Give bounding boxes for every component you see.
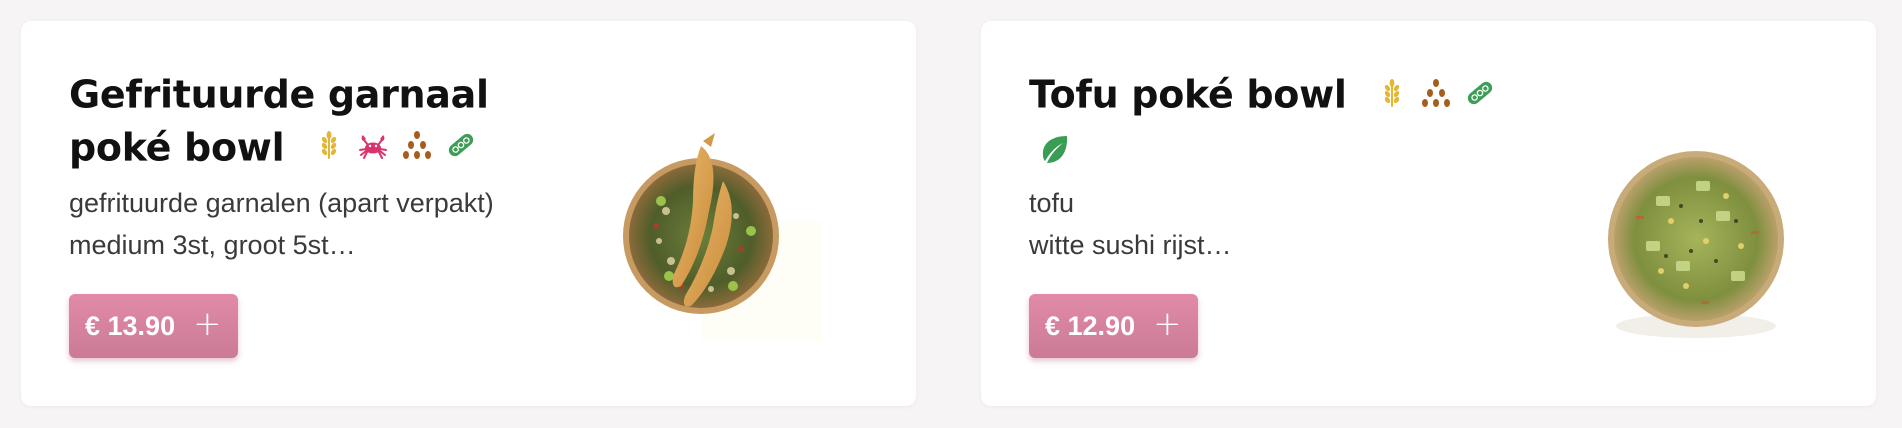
soy-icon [445,129,477,161]
item-title-line-2: poké bowl [69,125,285,169]
description-line-1: tofu [1029,188,1075,218]
allergen-icons [313,129,477,161]
allergen-icons [1376,77,1496,109]
add-to-cart-button[interactable]: € 12.90 + [1029,294,1198,358]
wheat-icon [1376,77,1408,109]
item-description: tofu witte sushi rijst… [1029,182,1232,266]
plus-icon: + [1153,304,1182,344]
crab-icon [357,129,389,161]
description-line-2: medium 3st, groot 5st… [69,230,356,260]
description-line-1: gefrituurde garnalen (apart verpakt) [69,188,494,218]
tofu-poke-bowl-photo [1576,121,1806,351]
add-to-cart-button[interactable]: € 13.90 + [69,294,238,358]
wheat-icon [313,129,345,161]
item-title: Tofu poké bowl [1029,67,1549,170]
shrimp-poke-bowl-photo [611,121,841,351]
sesame-icon [1420,77,1452,109]
item-title: Gefrituurde garnaal poké bowl [69,67,589,172]
price-label: € 13.90 [85,310,176,341]
leaf-icon [1039,133,1071,165]
price-label: € 12.90 [1045,310,1136,341]
description-line-2: witte sushi rijst… [1029,230,1232,260]
item-description: gefrituurde garnalen (apart verpakt) med… [69,182,494,266]
diet-icons [1039,133,1071,165]
plus-icon: + [193,304,222,344]
menu-item-card[interactable]: Gefrituurde garnaal poké bowl gefrituurd… [21,21,916,406]
soy-icon [1464,77,1496,109]
sesame-icon [401,129,433,161]
menu-item-card[interactable]: Tofu poké bowl tofu witte sushi rijst… €… [981,21,1876,406]
item-title-line-1: Gefrituurde garnaal [69,72,489,117]
item-title-line-1: Tofu poké bowl [1029,72,1347,117]
